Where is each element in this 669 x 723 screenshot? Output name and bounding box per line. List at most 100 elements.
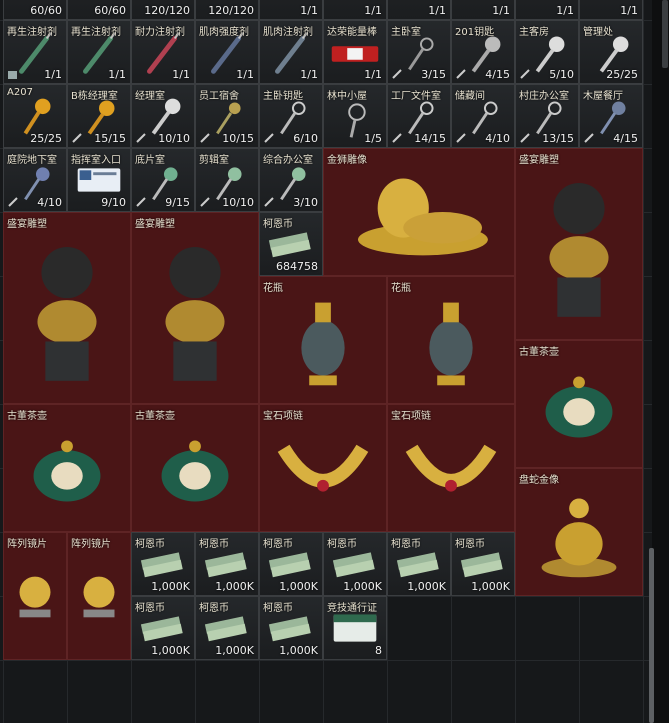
item-key-master-bedroom-2[interactable]: 主卧钥匙 6/10 [259, 84, 323, 148]
item-keycard-command-entrance[interactable]: 指挥室入口 9/10 [67, 148, 131, 212]
item-key-cabin-restaurant[interactable]: 木屋餐厅 4/15 [579, 84, 643, 148]
item-muscle-strength-injector[interactable]: 肌肉强度剂 1/1 [195, 20, 259, 84]
item-koen-coin-stack[interactable]: 柯恩币 684758 [259, 212, 323, 276]
top-item-1[interactable]: 60/60 [3, 0, 67, 20]
item-muscle-injector[interactable]: 肌肉注射剂 1/1 [259, 20, 323, 84]
inventory-scrollbar[interactable] [652, 0, 669, 723]
item-vase-1[interactable]: 花瓶 [259, 276, 387, 404]
item-name: 竞技通行证 [327, 603, 377, 614]
item-name: 金狮雕像 [327, 155, 367, 166]
item-key-village-office[interactable]: 村庄办公室 13/15 [515, 84, 579, 148]
top-item-4[interactable]: 120/120 [195, 0, 259, 20]
top-item-7[interactable]: 1/1 [387, 0, 451, 20]
item-stamina-injector[interactable]: 耐力注射剂 1/1 [131, 20, 195, 84]
item-name: 阵列镜片 [7, 539, 47, 550]
item-koen-coin[interactable]: 柯恩币 1,000K [131, 596, 195, 660]
item-feast-sculpture-1[interactable]: 盛宴雕塑 [515, 148, 643, 340]
item-name: 古董茶壶 [135, 411, 175, 422]
item-count: 14/15 [414, 132, 446, 145]
top-item-3[interactable]: 120/120 [131, 0, 195, 20]
bust-statue-icon [165, 246, 225, 381]
item-koen-coin[interactable]: 柯恩币 1,000K [451, 532, 515, 596]
item-name: 剪辑室 [199, 155, 229, 166]
item-count: 1/1 [300, 68, 318, 81]
item-antique-teapot-2[interactable]: 古董茶壶 [3, 404, 131, 532]
item-koen-coin[interactable]: 柯恩币 1,000K [195, 532, 259, 596]
item-feast-sculpture-3[interactable]: 盛宴雕塑 [131, 212, 259, 404]
item-key-staff-dorm[interactable]: 员工宿舍 10/15 [195, 84, 259, 148]
lock-icon [264, 133, 274, 143]
item-coiled-snake-statue[interactable]: 盘蛇金像 [515, 468, 643, 596]
item-key-b-manager[interactable]: B栋经理室 15/15 [67, 84, 131, 148]
item-count: 4/10 [485, 132, 510, 145]
item-koen-coin[interactable]: 柯恩币 1,000K [387, 532, 451, 596]
top-item-9[interactable]: 1/1 [515, 0, 579, 20]
item-gold-lion-statue[interactable]: 金狮雕像 [323, 148, 515, 276]
item-name: 肌肉强度剂 [199, 27, 249, 38]
item-key-editing-room[interactable]: 剪辑室 10/10 [195, 148, 259, 212]
vase-icon [301, 302, 345, 386]
teapot-icon [545, 376, 613, 438]
item-name: 柯恩币 [199, 603, 229, 614]
scrollbar-thumb[interactable] [649, 548, 654, 723]
item-vase-2[interactable]: 花瓶 [387, 276, 515, 404]
item-antique-teapot-1[interactable]: 古董茶壶 [515, 340, 643, 468]
item-count: 1,000K [215, 644, 254, 657]
item-regen-injector-1[interactable]: 再生注射剂 1/1 [3, 20, 67, 84]
item-key-master-bedroom[interactable]: 主卧室 3/15 [387, 20, 451, 84]
item-name: 主卧室 [391, 27, 421, 38]
item-name: 主客房 [519, 27, 549, 38]
item-key-guest-room[interactable]: 主客房 5/10 [515, 20, 579, 84]
item-count: 9/10 [101, 196, 126, 209]
item-count: 1/1 [108, 68, 126, 81]
item-array-lens-1[interactable]: 阵列镜片 [3, 532, 67, 660]
item-koen-coin[interactable]: 柯恩币 1,000K [259, 532, 323, 596]
item-count: 120/120 [208, 4, 254, 17]
scrollbar-upper-thumb[interactable] [662, 0, 668, 68]
item-arena-pass[interactable]: 竞技通行证 8 [323, 596, 387, 660]
item-gem-necklace-1[interactable]: 宝石项链 [259, 404, 387, 532]
item-count: 1/1 [236, 68, 254, 81]
item-key-manager[interactable]: 经理室 10/10 [131, 84, 195, 148]
lock-icon [200, 197, 210, 207]
item-name: 再生注射剂 [71, 27, 121, 38]
item-feast-sculpture-2[interactable]: 盛宴雕塑 [3, 212, 131, 404]
item-koen-coin[interactable]: 柯恩币 1,000K [195, 596, 259, 660]
item-key-courtyard-basement[interactable]: 庭院地下室 4/10 [3, 148, 67, 212]
item-key-201[interactable]: 201钥匙 4/15 [451, 20, 515, 84]
item-name: 工厂文件室 [391, 91, 441, 102]
snake-statue-icon [541, 498, 617, 578]
item-key-general-office[interactable]: 综合办公室 3/10 [259, 148, 323, 212]
lock-icon [456, 133, 466, 143]
necklace-icon [405, 444, 497, 492]
item-koen-coin[interactable]: 柯恩币 1,000K [131, 532, 195, 596]
item-key-film-room[interactable]: 底片室 9/15 [131, 148, 195, 212]
item-key-forest-cabin[interactable]: 林中小屋 1/5 [323, 84, 387, 148]
top-item-2[interactable]: 60/60 [67, 0, 131, 20]
item-key-a207[interactable]: A207 25/25 [3, 84, 67, 148]
item-name: 盘蛇金像 [519, 475, 559, 486]
item-key-factory-archive[interactable]: 工厂文件室 14/15 [387, 84, 451, 148]
top-item-8[interactable]: 1/1 [451, 0, 515, 20]
top-item-5[interactable]: 1/1 [259, 0, 323, 20]
top-item-10[interactable]: 1/1 [579, 0, 643, 20]
item-count: 60/60 [94, 4, 126, 17]
item-count: 1,000K [407, 580, 446, 593]
lock-icon [264, 197, 274, 207]
item-array-lens-2[interactable]: 阵列镜片 [67, 532, 131, 660]
item-key-management[interactable]: 管理处 25/25 [579, 20, 643, 84]
item-antique-teapot-3[interactable]: 古董茶壶 [131, 404, 259, 532]
item-key-storage[interactable]: 储藏间 4/10 [451, 84, 515, 148]
item-count: 9/15 [165, 196, 190, 209]
item-name: 盛宴雕塑 [519, 155, 559, 166]
item-gem-necklace-2[interactable]: 宝石项链 [387, 404, 515, 532]
item-name: 达荣能量棒 [327, 27, 377, 38]
item-name: 林中小屋 [327, 91, 367, 102]
lock-icon [8, 197, 18, 207]
item-name: 综合办公室 [263, 155, 313, 166]
item-regen-injector-2[interactable]: 再生注射剂 1/1 [67, 20, 131, 84]
item-koen-coin[interactable]: 柯恩币 1,000K [323, 532, 387, 596]
item-energy-bar[interactable]: 达荣能量棒 1/1 [323, 20, 387, 84]
top-item-6[interactable]: 1/1 [323, 0, 387, 20]
item-koen-coin[interactable]: 柯恩币 1,000K [259, 596, 323, 660]
